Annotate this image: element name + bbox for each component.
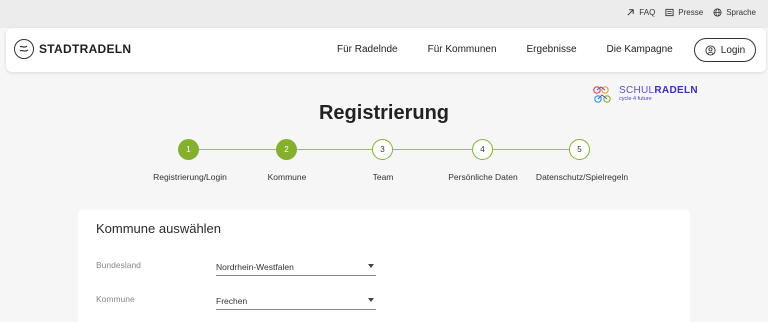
utility-links: FAQ Presse Sprache [626, 8, 756, 17]
nav-menu: Für Radelnde Für Kommunen Ergebnisse Die… [337, 44, 703, 55]
page-title: Registrierung [318, 102, 450, 124]
chevron-down-icon [368, 298, 374, 302]
newspaper-icon [665, 8, 674, 17]
kommune-row: Kommune Frechen [96, 292, 376, 312]
bundesland-row: Bundesland Nordrhein-Westfalen [96, 258, 376, 278]
utility-bar: FAQ Presse Sprache [0, 0, 768, 28]
form-title: Kommune auswählen [96, 221, 222, 236]
bundesland-label: Bundesland [96, 260, 141, 270]
brand-name: STADTRADELN [39, 42, 132, 56]
login-button[interactable]: Login [694, 38, 756, 62]
presse-label: Presse [678, 8, 704, 17]
presse-link[interactable]: Presse [665, 8, 703, 17]
faq-link[interactable]: FAQ [626, 8, 655, 17]
nav-item-radelnde[interactable]: Für Radelnde [337, 44, 398, 55]
schulradeln-logo: SCHULRADELN cycle 4 future [592, 84, 698, 104]
registration-stepper: 1 2 3 4 5 Registrierung/Login Kommune Te… [0, 139, 768, 189]
main-navigation: STADTRADELN Für Radelnde Für Kommunen Er… [6, 28, 766, 72]
step-5-label: Datenschutz/Spielregeln [535, 172, 629, 182]
step-4-label: Persönliche Daten [448, 172, 518, 182]
nav-item-kommunen[interactable]: Für Kommunen [428, 44, 497, 55]
step-1-label: Registrierung/Login [153, 172, 227, 182]
step-2-circle[interactable]: 2 [276, 139, 297, 160]
step-1-circle[interactable]: 1 [178, 139, 199, 160]
login-label: Login [720, 44, 746, 56]
sprache-link[interactable]: Sprache [713, 8, 756, 17]
stadtradeln-logo[interactable]: STADTRADELN [14, 39, 131, 59]
schul-text: SCHUL [619, 84, 655, 96]
kommune-form-card: Kommune auswählen Bundesland Nordrhein-W… [78, 210, 690, 322]
faq-label: FAQ [639, 8, 656, 17]
arrow-up-right-icon [627, 9, 634, 16]
bundesland-select[interactable]: Nordrhein-Westfalen [216, 258, 376, 276]
sprache-label: Sprache [726, 8, 756, 17]
user-icon [705, 44, 716, 56]
step-2-label: Kommune [267, 172, 307, 182]
bundesland-value: Nordrhein-Westfalen [216, 262, 294, 272]
step-5-circle: 5 [569, 139, 590, 160]
nav-item-kampagne[interactable]: Die Kampagne [607, 44, 673, 55]
nav-item-ergebnisse[interactable]: Ergebnisse [527, 44, 577, 55]
kommune-value: Frechen [216, 296, 248, 306]
kommune-label: Kommune [96, 294, 135, 304]
step-3-circle: 3 [372, 139, 393, 160]
chevron-down-icon [368, 264, 374, 268]
step-4-circle: 4 [472, 139, 493, 160]
bicycles-icon [593, 86, 611, 103]
radeln-text: RADELN [654, 84, 698, 96]
brand-mark-icon [14, 39, 34, 59]
step-3-label: Team [372, 172, 394, 182]
globe-icon [713, 8, 722, 17]
kommune-select[interactable]: Frechen [216, 292, 376, 310]
